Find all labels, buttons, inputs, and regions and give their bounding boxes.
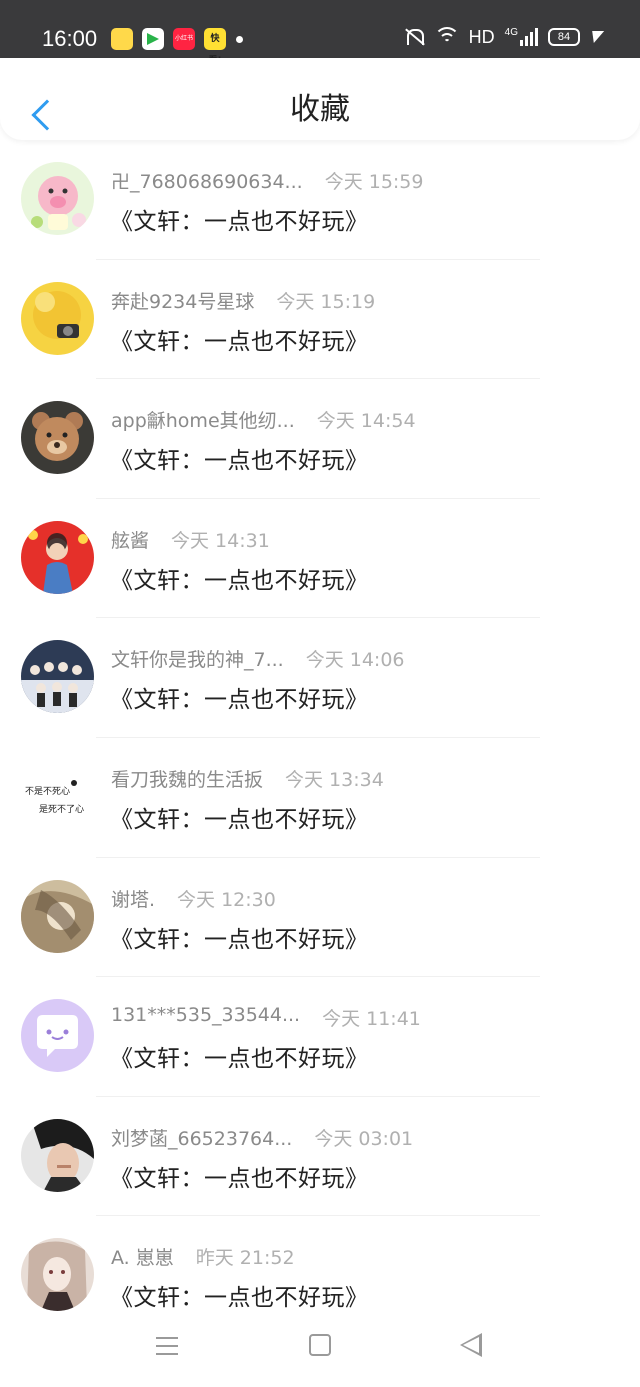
- avatar[interactable]: [21, 281, 94, 355]
- favorites-list: 卍_768068690634... 今天 15:59 《文轩：一点也不好玩》 奔赴…: [0, 140, 640, 1336]
- menu-icon[interactable]: [156, 1337, 178, 1355]
- timestamp: 今天 12:30: [177, 888, 276, 911]
- status-time: 16:00: [42, 26, 98, 51]
- list-item[interactable]: 舷酱 今天 14:31 《文轩：一点也不好玩》: [0, 499, 640, 619]
- list-item[interactable]: 谢塔. 今天 12:30 《文轩：一点也不好玩》: [0, 858, 640, 978]
- list-item[interactable]: 卍_768068690634... 今天 15:59 《文轩：一点也不好玩》: [0, 140, 640, 260]
- list-item[interactable]: 奔赴9234号星球 今天 15:19 《文轩：一点也不好玩》: [0, 260, 640, 380]
- user-name[interactable]: app龢home其他纫...: [111, 406, 295, 433]
- message-content[interactable]: 《文轩：一点也不好玩》: [110, 920, 369, 954]
- status-indicators: HD 4G 84: [403, 26, 605, 48]
- system-nav-bar: [0, 1317, 640, 1387]
- timestamp: 今天 11:41: [322, 1008, 421, 1031]
- timestamp: 今天 14:54: [316, 410, 416, 433]
- mute-bell-icon: [403, 26, 425, 48]
- heart-icon: [71, 779, 77, 786]
- avatar[interactable]: [21, 520, 94, 594]
- more-notifications-dot: [236, 36, 243, 43]
- battery-icon: 84: [548, 28, 580, 46]
- back-triangle-icon[interactable]: [460, 1333, 482, 1357]
- network-hd-label: HD: [468, 26, 495, 47]
- user-name[interactable]: 奔赴9234号星球: [111, 287, 254, 314]
- user-name[interactable]: 看刀我魏的生活扳: [111, 765, 263, 792]
- avatar-text-line2: 是死不了心: [39, 804, 85, 815]
- cell-signal: 4G: [505, 28, 538, 46]
- app-header: 收藏: [0, 58, 640, 140]
- message-content[interactable]: 《文轩：一点也不好玩》: [110, 561, 369, 595]
- message-content[interactable]: 《文轩：一点也不好玩》: [110, 1039, 369, 1073]
- message-content[interactable]: 《文轩：一点也不好玩》: [110, 202, 369, 236]
- timestamp: 今天 15:19: [276, 290, 376, 313]
- signal-bars-icon: [520, 28, 538, 46]
- page-title: 收藏: [290, 92, 350, 127]
- status-bar: 16:00 小红书 快看! HD 4G 84: [0, 0, 640, 66]
- avatar[interactable]: [21, 1238, 94, 1312]
- user-name[interactable]: 刘梦菡_66523764...: [111, 1124, 292, 1151]
- charging-icon: [587, 31, 605, 43]
- avatar[interactable]: 不是不死心 是死不了心: [21, 759, 94, 833]
- list-item[interactable]: 文轩你是我的神_7... 今天 14:06 《文轩：一点也不好玩》: [0, 618, 640, 738]
- message-content[interactable]: 《文轩：一点也不好玩》: [110, 322, 369, 356]
- message-content[interactable]: 《文轩：一点也不好玩》: [110, 800, 369, 834]
- signal-type-label: 4G: [504, 27, 518, 38]
- avatar-text-line1: 不是不死心: [25, 786, 71, 797]
- message-content[interactable]: 《文轩：一点也不好玩》: [110, 680, 369, 714]
- avatar[interactable]: [21, 1118, 94, 1192]
- avatar[interactable]: [21, 162, 94, 235]
- list-item[interactable]: app龢home其他纫... 今天 14:54 《文轩：一点也不好玩》: [0, 379, 640, 499]
- video-app-icon: [142, 28, 164, 50]
- message-content[interactable]: 《文轩：一点也不好玩》: [110, 1278, 369, 1312]
- xiaohongshu-icon: 小红书: [173, 28, 195, 50]
- app-notification-icon: [111, 28, 133, 50]
- timestamp: 昨天 21:52: [195, 1247, 295, 1270]
- kuaikan-icon: 快看!: [204, 28, 226, 66]
- timestamp: 今天 15:59: [324, 171, 424, 193]
- home-icon[interactable]: [309, 1334, 331, 1356]
- user-name[interactable]: 谢塔.: [111, 885, 155, 912]
- timestamp: 今天 14:31: [171, 529, 270, 552]
- message-content[interactable]: 《文轩：一点也不好玩》: [110, 1159, 369, 1193]
- list-item[interactable]: 不是不死心 是死不了心 看刀我魏的生活扳 今天 13:34 《文轩：一点也不好玩》: [0, 738, 640, 858]
- user-name[interactable]: 舷酱: [111, 526, 149, 553]
- timestamp: 今天 03:01: [314, 1127, 414, 1150]
- user-name[interactable]: 卍_768068690634...: [111, 167, 303, 194]
- avatar[interactable]: [21, 999, 94, 1073]
- timestamp: 今天 13:34: [285, 768, 384, 791]
- user-name[interactable]: 131***535_33544...: [111, 1004, 300, 1031]
- wifi-icon: [434, 27, 459, 47]
- user-name[interactable]: 文轩你是我的神_7...: [111, 645, 284, 672]
- list-item[interactable]: 131***535_33544... 今天 11:41 《文轩：一点也不好玩》: [0, 977, 640, 1097]
- timestamp: 今天 14:06: [305, 649, 405, 672]
- message-content[interactable]: 《文轩：一点也不好玩》: [110, 441, 369, 475]
- avatar[interactable]: [21, 401, 94, 475]
- user-name[interactable]: A. 崽崽: [111, 1243, 174, 1270]
- avatar[interactable]: [21, 879, 94, 953]
- avatar[interactable]: [21, 640, 94, 714]
- list-item[interactable]: 刘梦菡_66523764... 今天 03:01 《文轩：一点也不好玩》: [0, 1097, 640, 1217]
